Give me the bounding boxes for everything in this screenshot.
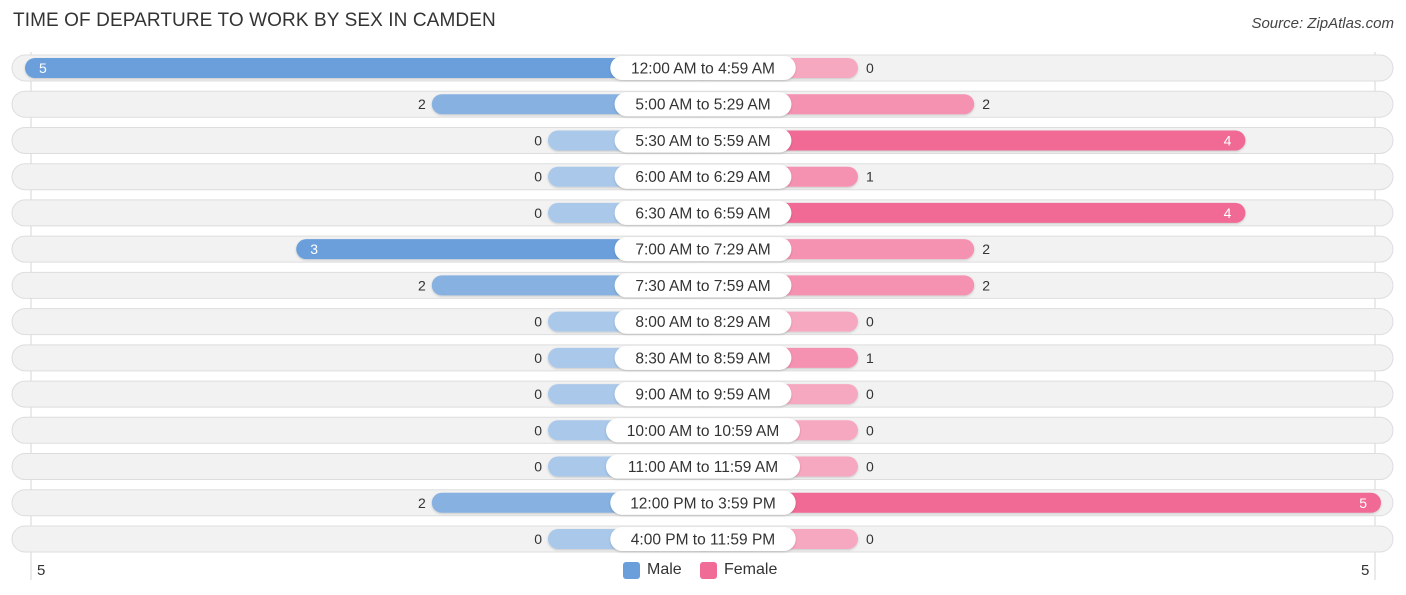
legend-label-male: Male — [647, 561, 682, 578]
value-label-male: 2 — [418, 96, 426, 112]
value-label-female: 4 — [1224, 205, 1232, 221]
value-label-female: 1 — [866, 169, 874, 185]
value-label-male: 0 — [534, 350, 542, 366]
value-label-male: 3 — [310, 241, 318, 257]
table-row[interactable]: 2 2 5:00 AM to 5:29 AM — [11, 90, 1394, 118]
legend-item-male[interactable]: Male — [623, 561, 682, 579]
value-label-male: 0 — [534, 132, 542, 148]
value-label-female: 2 — [982, 277, 990, 293]
legend-swatch-female — [700, 561, 717, 579]
axis-label-right-max: 5 — [1361, 562, 1370, 579]
value-label-male: 0 — [534, 169, 542, 185]
value-label-male: 0 — [534, 386, 542, 402]
value-label-female: 0 — [866, 422, 874, 438]
value-label-male: 0 — [534, 459, 542, 475]
category-label: 7:00 AM to 7:29 AM — [635, 242, 770, 259]
table-row[interactable]: 0 0 10:00 AM to 10:59 AM — [11, 416, 1394, 444]
category-label: 5:30 AM to 5:59 AM — [635, 133, 770, 150]
table-row[interactable]: 0 0 4:00 PM to 11:59 PM — [11, 525, 1394, 553]
value-label-female: 0 — [866, 386, 874, 402]
value-label-male: 0 — [534, 205, 542, 221]
category-label: 7:30 AM to 7:59 AM — [635, 278, 770, 295]
category-label: 9:00 AM to 9:59 AM — [635, 387, 770, 404]
table-row[interactable]: 0 4 5:30 AM to 5:59 AM — [11, 126, 1394, 154]
table-row[interactable]: 0 1 6:00 AM to 6:29 AM — [11, 163, 1394, 191]
category-label: 6:30 AM to 6:59 AM — [635, 205, 770, 222]
chart-canvas: 5 0 12:00 AM to 4:59 AM 2 2 5:00 AM to 5:29 A… — [11, 52, 1394, 580]
category-label: 6:00 AM to 6:29 AM — [635, 169, 770, 186]
value-label-male: 0 — [534, 422, 542, 438]
value-label-female: 0 — [866, 459, 874, 475]
category-label: 12:00 AM to 4:59 AM — [631, 61, 775, 78]
table-row[interactable]: 0 0 8:00 AM to 8:29 AM — [11, 308, 1394, 336]
value-label-female: 2 — [982, 241, 990, 257]
table-row[interactable]: 2 5 12:00 PM to 3:59 PM — [11, 489, 1394, 517]
category-label: 10:00 AM to 10:59 AM — [627, 423, 780, 440]
value-label-female: 0 — [866, 314, 874, 330]
value-label-female: 0 — [866, 60, 874, 76]
value-label-male: 0 — [534, 314, 542, 330]
table-row[interactable]: 2 2 7:30 AM to 7:59 AM — [11, 271, 1394, 299]
table-row[interactable]: 0 1 8:30 AM to 8:59 AM — [11, 344, 1394, 372]
legend-item-female[interactable]: Female — [700, 561, 777, 579]
value-label-male: 2 — [418, 277, 426, 293]
value-label-female: 2 — [982, 96, 990, 112]
value-label-female: 5 — [1359, 495, 1367, 511]
legend-swatch-male — [623, 561, 640, 579]
table-row[interactable]: 0 0 9:00 AM to 9:59 AM — [11, 380, 1394, 408]
value-label-female: 1 — [866, 350, 874, 366]
category-label: 11:00 AM to 11:59 AM — [628, 459, 778, 476]
legend-label-female: Female — [724, 561, 778, 578]
category-label: 4:00 PM to 11:59 PM — [631, 531, 775, 548]
category-label: 12:00 PM to 3:59 PM — [630, 495, 776, 512]
value-label-female: 4 — [1224, 132, 1232, 148]
category-label: 8:30 AM to 8:59 AM — [635, 350, 770, 367]
value-label-female: 0 — [866, 531, 874, 547]
axis-label-left-max: 5 — [37, 562, 46, 579]
table-row[interactable]: 5 0 12:00 AM to 4:59 AM — [11, 54, 1394, 82]
legend: Male Female — [0, 561, 1406, 581]
value-label-male: 2 — [418, 495, 426, 511]
bar-male[interactable] — [25, 58, 713, 78]
table-row[interactable]: 0 0 11:00 AM to 11:59 AM — [11, 453, 1394, 481]
category-label: 5:00 AM to 5:29 AM — [635, 97, 770, 114]
table-row[interactable]: 3 2 7:00 AM to 7:29 AM — [11, 235, 1394, 263]
table-row[interactable]: 0 4 6:30 AM to 6:59 AM — [11, 199, 1394, 227]
bar-female[interactable] — [693, 492, 1381, 513]
category-label: 8:00 AM to 8:29 AM — [635, 314, 770, 331]
value-label-male: 0 — [534, 531, 542, 547]
value-label-male: 5 — [39, 60, 47, 76]
